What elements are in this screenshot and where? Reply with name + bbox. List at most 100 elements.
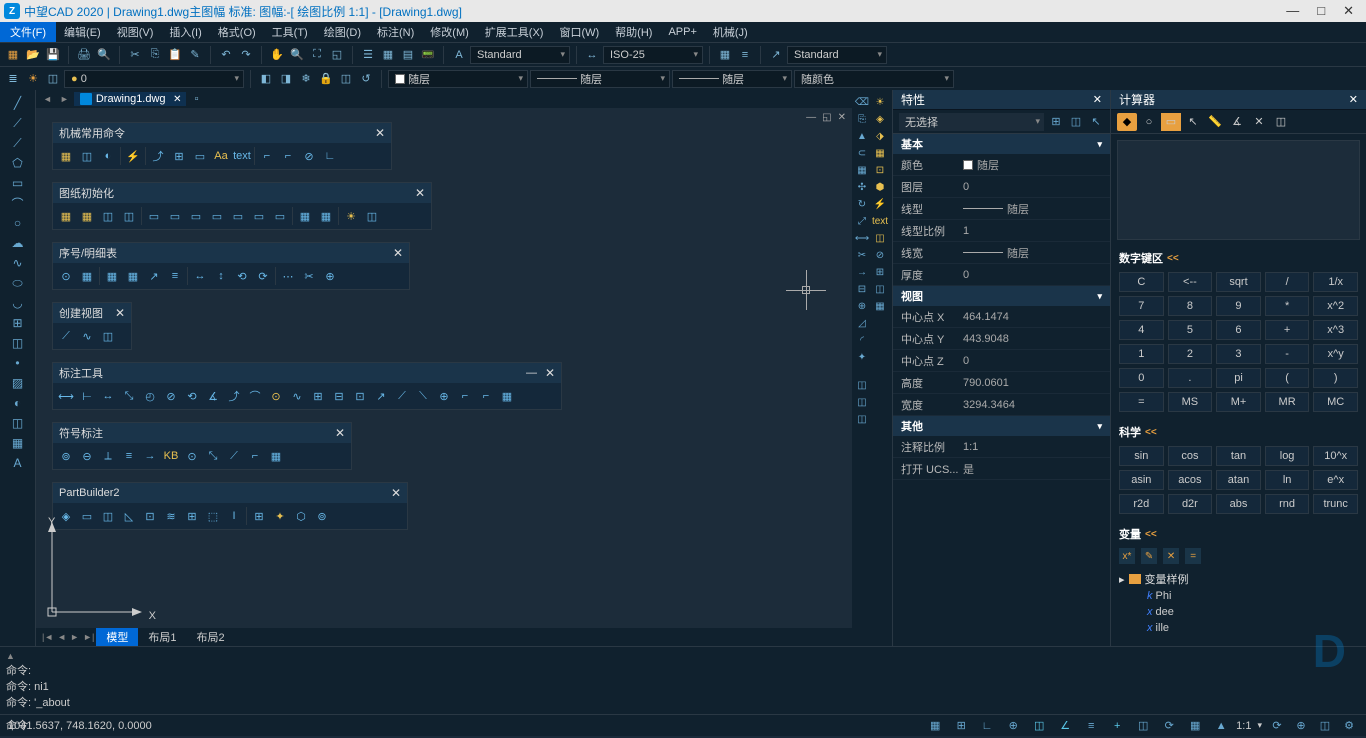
calc-key-MR[interactable]: MR: [1265, 392, 1310, 412]
pline-icon[interactable]: ⟋: [9, 134, 27, 152]
mech-icon[interactable]: text: [233, 147, 251, 165]
dim-icon[interactable]: ⊢: [78, 387, 96, 405]
close-button[interactable]: ✕: [1343, 3, 1354, 19]
drawing-canvas[interactable]: — ◱ ✕ 机械常用命令✕ ▦◫◐⚡⤴⊞▭Aatext⌐⌐⊘∟ 图纸初始化✕ ▦…: [36, 108, 852, 628]
doc-tab-drawing1[interactable]: Drawing1.dwg ✕: [74, 92, 186, 106]
prop-value-cz[interactable]: 0: [963, 355, 1110, 367]
calc-display[interactable]: [1117, 140, 1360, 240]
layerfrz-icon[interactable]: ❄: [297, 70, 315, 88]
tab-layout1[interactable]: 布局1: [138, 628, 186, 646]
arc-icon[interactable]: ⌒: [9, 194, 27, 212]
calc-key-0[interactable]: 0: [1119, 368, 1164, 388]
mtool-icon[interactable]: ⬢: [872, 179, 888, 195]
calc-key-2[interactable]: 2: [1168, 344, 1213, 364]
layer-states-icon[interactable]: ☀: [24, 70, 42, 88]
ellipsearc-icon[interactable]: ◡: [9, 294, 27, 312]
sym-icon[interactable]: ▦: [267, 447, 285, 465]
mtool-icon[interactable]: ◫: [872, 230, 888, 246]
zoomext-icon[interactable]: ⛶: [308, 46, 326, 64]
zoom-icon[interactable]: 🔍: [288, 46, 306, 64]
cycle-icon[interactable]: ⟳: [1160, 718, 1178, 734]
layerlck-icon[interactable]: 🔒: [317, 70, 335, 88]
command-line[interactable]: ▲ 命令: 命令: ni1 命令: '_about 命令:: [0, 646, 1366, 714]
calc-key-8[interactable]: 8: [1168, 296, 1213, 316]
mirror-icon[interactable]: ▲: [854, 128, 870, 144]
linetype-dropdown[interactable]: 随层: [530, 70, 670, 88]
undo-icon[interactable]: ↶: [217, 46, 235, 64]
menu-dim[interactable]: 标注(N): [369, 22, 422, 42]
calc-key-cos[interactable]: cos: [1168, 446, 1213, 466]
panel-close[interactable]: ✕: [415, 186, 425, 200]
sym-icon[interactable]: ⊙: [183, 447, 201, 465]
mtool-icon[interactable]: text: [872, 213, 888, 229]
calc-mode-5[interactable]: 📏: [1205, 113, 1225, 131]
erase-icon[interactable]: ⌫: [854, 94, 870, 110]
menu-mech[interactable]: 机械(J): [705, 22, 756, 42]
menu-file[interactable]: 文件(F): [0, 22, 56, 42]
section-other[interactable]: 其他: [893, 416, 1110, 436]
layer-dropdown[interactable]: ● 0: [64, 70, 244, 88]
mech-icon[interactable]: Aa: [212, 147, 230, 165]
calc-key-asin[interactable]: asin: [1119, 470, 1164, 490]
canvas-restore[interactable]: ◱: [822, 112, 831, 123]
pickset-icon[interactable]: ◫: [1068, 114, 1084, 130]
calc-key-7[interactable]: 7: [1119, 296, 1164, 316]
new-icon[interactable]: ▦: [4, 46, 22, 64]
menu-edit[interactable]: 编辑(E): [56, 22, 109, 42]
dim-icon[interactable]: ⊕: [435, 387, 453, 405]
bom-icon[interactable]: ⊙: [57, 267, 75, 285]
calc-key-[interactable]: ): [1313, 368, 1358, 388]
section-view[interactable]: 视图: [893, 286, 1110, 306]
mtool-icon[interactable]: ⊡: [872, 162, 888, 178]
calc-key-ln[interactable]: ln: [1265, 470, 1310, 490]
bom-icon[interactable]: ▦: [103, 267, 121, 285]
calc-mode-1[interactable]: ◆: [1117, 113, 1137, 131]
layout-next[interactable]: ►: [68, 632, 81, 642]
mech-icon[interactable]: ⌐: [258, 147, 276, 165]
bom-icon[interactable]: ⟲: [233, 267, 251, 285]
ellipse-icon[interactable]: ⬭: [9, 274, 27, 292]
xline-icon[interactable]: ⟋: [9, 114, 27, 132]
osnap-icon[interactable]: ◫: [1030, 718, 1048, 734]
prop-value-thickness[interactable]: 0: [963, 269, 1110, 281]
pb-icon[interactable]: ⬚: [204, 507, 222, 525]
calc-key-MC[interactable]: MC: [1313, 392, 1358, 412]
cut-icon[interactable]: ✂: [126, 46, 144, 64]
toolpalette-icon[interactable]: ▤: [399, 46, 417, 64]
sym-icon[interactable]: →: [141, 447, 159, 465]
sym-icon[interactable]: ⟂: [99, 447, 117, 465]
calc-key-atan[interactable]: atan: [1216, 470, 1261, 490]
mtool-icon[interactable]: ◫: [872, 281, 888, 297]
mech-icon[interactable]: ⚡: [124, 147, 142, 165]
calc-sci-header[interactable]: 科学: [1111, 420, 1366, 444]
match-icon[interactable]: ✎: [186, 46, 204, 64]
dim-icon[interactable]: ∡: [204, 387, 222, 405]
var-calc-icon[interactable]: =: [1185, 548, 1201, 564]
pan-icon[interactable]: ✋: [268, 46, 286, 64]
text-style-dropdown[interactable]: Standard: [470, 46, 570, 64]
calc-key-pi[interactable]: pi: [1216, 368, 1261, 388]
menu-window[interactable]: 窗口(W): [551, 22, 607, 42]
panel-close[interactable]: ✕: [545, 366, 555, 380]
init-icon[interactable]: ▦: [78, 207, 96, 225]
calc-key-x3[interactable]: x^3: [1313, 320, 1358, 340]
mech-icon[interactable]: ⊞: [170, 147, 188, 165]
bom-icon[interactable]: ✂: [300, 267, 318, 285]
mtool-icon[interactable]: ▦: [872, 298, 888, 314]
sym-icon[interactable]: ⊖: [78, 447, 96, 465]
selection-dropdown[interactable]: 无选择: [899, 113, 1044, 131]
maximize-button[interactable]: □: [1317, 3, 1325, 19]
sym-icon[interactable]: KB: [162, 447, 180, 465]
panel-close[interactable]: ✕: [391, 486, 401, 500]
dim-icon[interactable]: ⟷: [57, 387, 75, 405]
mtool-icon[interactable]: ⬗: [872, 128, 888, 144]
menu-tools[interactable]: 工具(T): [264, 22, 316, 42]
redo-icon[interactable]: ↷: [237, 46, 255, 64]
sym-icon[interactable]: ⌐: [246, 447, 264, 465]
dim-icon[interactable]: ⊡: [351, 387, 369, 405]
mtool-icon[interactable]: ⚡: [872, 196, 888, 212]
explode-icon[interactable]: ✦: [854, 349, 870, 365]
view-icon[interactable]: ◫: [99, 327, 117, 345]
calc-mode-7[interactable]: ✕: [1249, 113, 1269, 131]
tab-prev[interactable]: ◄: [40, 94, 55, 104]
